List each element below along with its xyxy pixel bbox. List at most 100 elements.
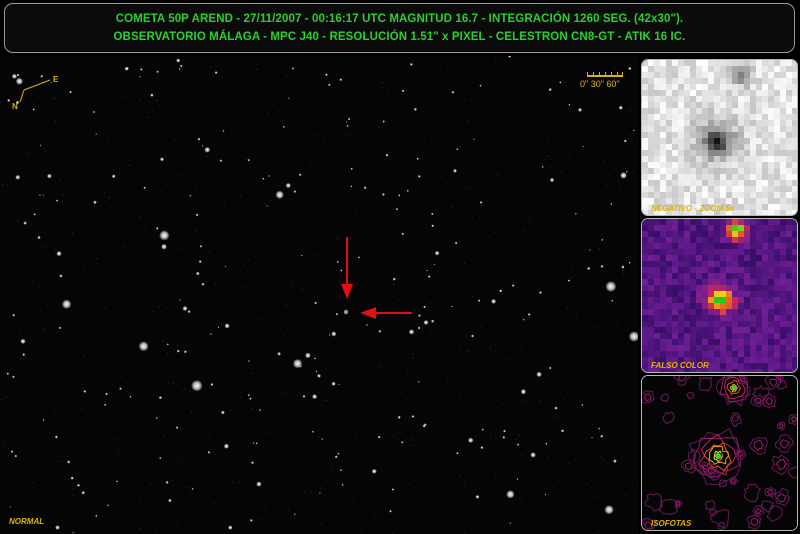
star [471,334,474,338]
star [159,457,162,460]
star [166,343,169,346]
star [605,280,617,293]
star [433,263,436,266]
star [165,480,169,484]
star [311,430,314,433]
star [545,442,548,445]
star [628,261,631,264]
star [328,334,331,336]
star [249,519,253,522]
star [139,76,141,78]
star [628,331,638,342]
star [331,331,337,337]
star [337,452,340,455]
star [199,245,203,248]
star [247,158,250,162]
star [58,326,62,330]
star [83,389,87,393]
star [198,260,202,264]
star [536,371,542,378]
star [81,491,85,495]
compass-icon: N E [10,68,70,118]
star [262,177,265,180]
star [119,387,122,391]
star [395,208,399,211]
star [39,144,42,147]
star [357,256,360,259]
star [15,174,21,180]
star [138,341,149,352]
star [116,480,118,483]
star [339,78,343,82]
star [22,353,26,357]
star [275,190,284,200]
negative-label: NEGATIVO - ZOOM 5x [651,204,735,213]
star [95,133,97,135]
star [506,490,515,499]
false-color-panel: FALSO COLOR [641,218,798,373]
star [613,459,617,463]
star [126,67,129,70]
star [55,199,59,202]
star [431,319,435,323]
star [511,284,515,287]
star [417,381,420,383]
star [363,186,367,190]
star [255,442,258,445]
star [221,410,225,415]
star [176,349,180,353]
star-field-canvas [0,56,638,534]
star [39,194,41,196]
star [314,301,318,305]
star-field-image: NORMAL [0,56,638,534]
star [313,357,316,360]
star [491,298,497,304]
star [479,84,482,87]
false-color-label: FALSO COLOR [651,361,709,370]
star [548,88,552,92]
star [568,103,571,106]
star [426,269,428,272]
star [473,138,475,140]
star [104,403,107,406]
star [259,409,261,411]
negative-zoom-panel: NEGATIVO - ZOOM 5x [641,59,798,216]
marker-arrow-left-icon [360,307,412,319]
star [293,190,297,193]
star [249,397,252,400]
star [502,436,506,439]
scale-bar-labels: 0" 30" 60" [580,79,620,89]
star [381,193,385,196]
star [93,200,97,205]
star [47,173,52,179]
star [325,73,328,77]
star [224,323,230,329]
star [467,437,474,444]
star [55,525,60,530]
star [598,427,601,430]
star [317,373,321,378]
negative-zoom-image [642,60,797,215]
star [350,185,353,188]
star [340,269,343,272]
star [179,299,181,301]
star [334,455,338,459]
star [427,275,431,278]
star [516,478,519,480]
star [252,442,255,444]
star [601,238,604,241]
scale-bar: 0" 30" 60" [580,63,632,95]
star [291,67,295,70]
star [416,157,419,160]
star [150,93,154,97]
star [588,249,591,251]
star [105,392,108,396]
star [159,157,165,162]
star [481,428,484,431]
star [20,338,26,344]
star [456,451,459,455]
star [417,174,421,178]
star [574,212,577,215]
star [431,212,434,216]
star [214,71,218,75]
